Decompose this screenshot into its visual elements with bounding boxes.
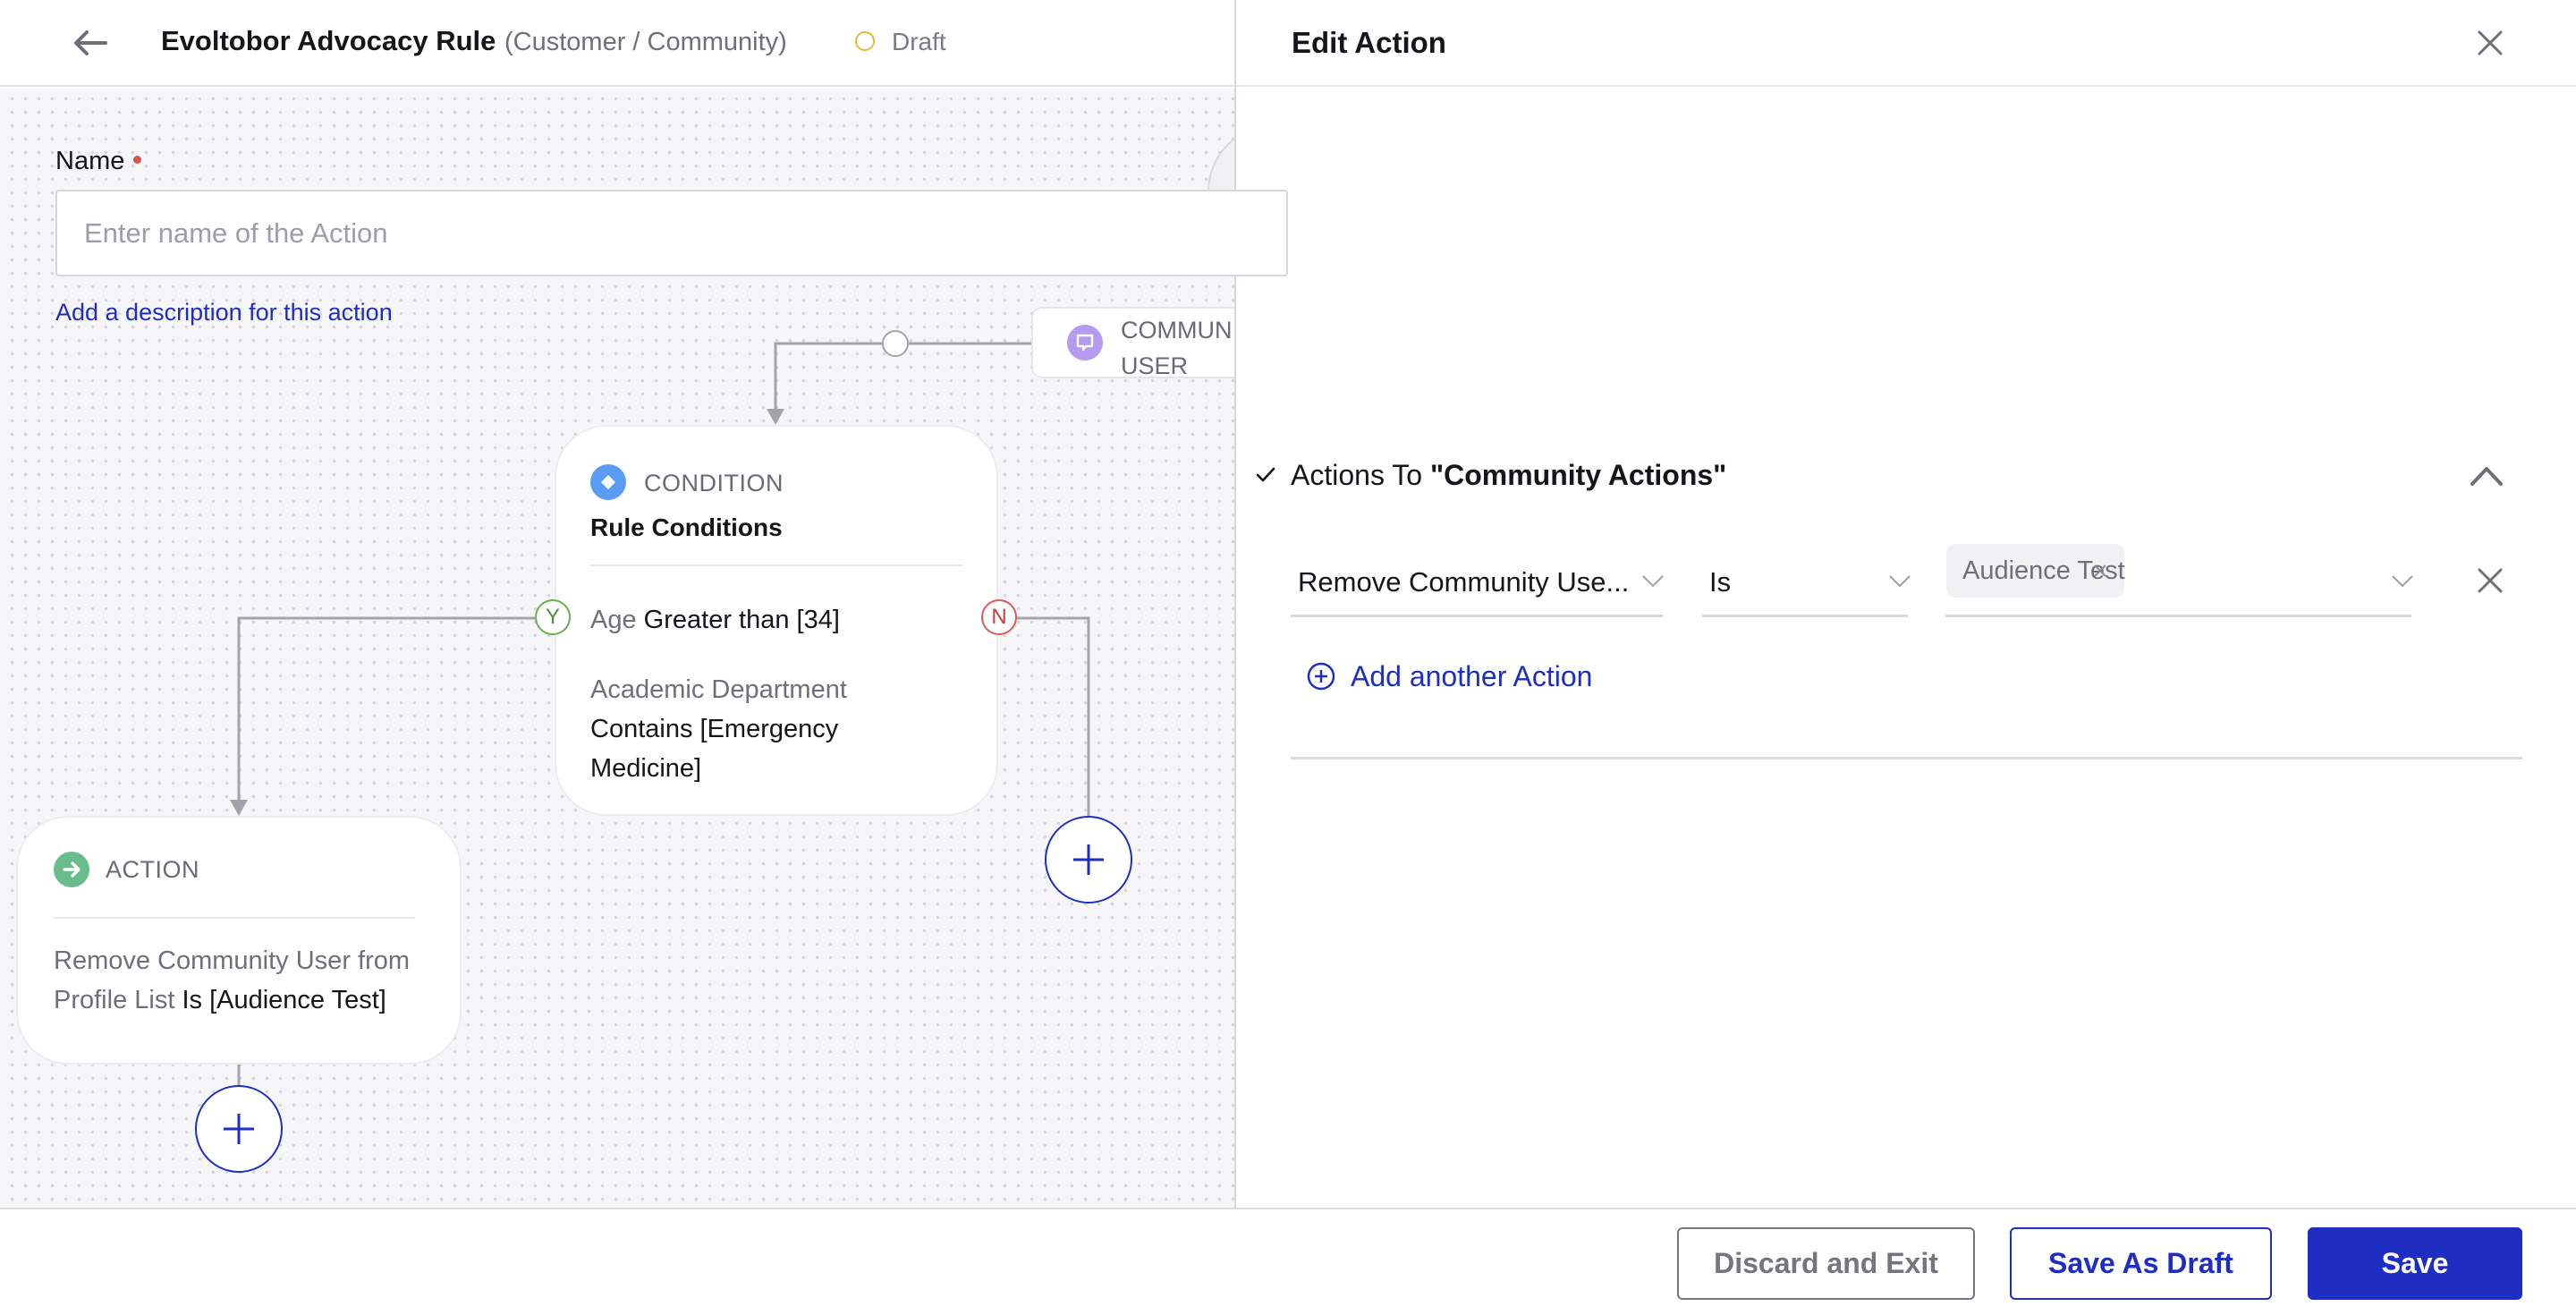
card-divider [54, 917, 415, 919]
card-type-label: CONDITION [644, 470, 784, 496]
add-description-link[interactable]: Add a description for this action [55, 299, 393, 327]
connector-handle[interactable] [882, 330, 909, 357]
card-title: Rule Conditions [590, 513, 783, 541]
card-divider [590, 564, 962, 566]
action-description: Remove Community User from Profile List … [54, 941, 438, 1020]
select-value: Is [1709, 566, 1732, 598]
action-operator-select[interactable]: Is [1702, 544, 1911, 617]
collapse-section-button[interactable] [2465, 456, 2508, 496]
arrowhead-action [230, 800, 248, 816]
connector-yes-branch [237, 616, 535, 809]
footer-bar: Discard and Exit Save As Draft Save [0, 1208, 2576, 1315]
name-label-text: Name [55, 147, 125, 175]
add-another-action-button[interactable]: Add another Action [1306, 657, 1592, 696]
connector-no-branch [1017, 616, 1090, 816]
diamond-icon [590, 464, 626, 500]
trigger-node-label: COMMUN USER [1121, 317, 1233, 379]
action-card[interactable]: ACTION Remove Community User from Profil… [16, 816, 462, 1065]
status-dot-icon [855, 31, 875, 51]
name-label: Name [55, 147, 142, 176]
save-button[interactable]: Save [2308, 1227, 2522, 1300]
no-branch-handle[interactable]: N [981, 599, 1017, 635]
action-value: Is [Audience Test] [182, 986, 386, 1014]
discard-and-exit-button[interactable]: Discard and Exit [1677, 1227, 1975, 1300]
value-chip: Audience Test [1946, 544, 2125, 598]
chip-remove-button[interactable] [2089, 560, 2111, 581]
rule-title: Evoltobor Advocacy Rule [161, 25, 496, 56]
arrowhead-condition [767, 409, 784, 425]
connector-trigger-condition [774, 342, 1031, 420]
condition-item: Academic Department Contains [Emergency … [590, 670, 886, 788]
condition-field: Age [590, 606, 637, 634]
action-name-input[interactable] [55, 190, 1288, 276]
section-divider [1291, 757, 2522, 759]
condition-field: Academic Department [590, 675, 847, 704]
arrow-left-icon [74, 30, 107, 55]
close-panel-button[interactable] [2470, 23, 2510, 63]
actions-section-title: Actions To "Community Actions" [1291, 459, 1726, 492]
close-icon [2478, 30, 2503, 55]
yes-branch-handle[interactable]: Y [535, 599, 571, 635]
status-badge: Draft [892, 28, 946, 55]
plus-circle-icon [1307, 662, 1335, 691]
close-icon [2478, 568, 2503, 593]
plus-icon [1073, 844, 1104, 875]
back-button[interactable] [64, 23, 114, 63]
panel-title: Edit Action [1292, 26, 1446, 59]
card-type-label: ACTION [106, 856, 200, 883]
add-another-action-label: Add another Action [1351, 659, 1593, 692]
condition-item: Age Greater than [34] [590, 606, 840, 635]
action-field-select[interactable]: Remove Community Use... [1291, 544, 1664, 617]
chat-bubble-icon [1067, 325, 1103, 361]
trigger-node[interactable]: COMMUN USER [1031, 307, 1234, 379]
chevron-down-icon [1642, 575, 1664, 588]
chevron-up-icon [2470, 467, 2503, 486]
close-icon [2094, 564, 2106, 577]
condition-card[interactable]: CONDITION Rule Conditions Age Greater th… [555, 425, 998, 816]
condition-rule: Contains [Emergency Medicine] [590, 715, 839, 783]
panel-header: Edit Action [1236, 0, 2576, 87]
add-node-button[interactable] [195, 1085, 283, 1173]
required-indicator [133, 155, 142, 164]
editor-header: Evoltobor Advocacy Rule (Customer / Comm… [0, 0, 1234, 87]
chevron-down-icon [2392, 575, 2413, 588]
check-icon [1252, 462, 1279, 488]
save-as-draft-button[interactable]: Save As Draft [2010, 1227, 2272, 1300]
plus-icon [224, 1114, 254, 1144]
chevron-down-icon [1889, 575, 1911, 588]
arrow-right-circle-icon [54, 852, 89, 887]
condition-rule: Greater than [34] [643, 606, 840, 634]
add-node-button[interactable] [1045, 816, 1132, 904]
actions-title-prefix: Actions To [1291, 459, 1430, 491]
rule-context: (Customer / Community) [504, 28, 787, 56]
select-value: Remove Community Use... [1298, 566, 1630, 598]
remove-action-row-button[interactable] [2471, 562, 2509, 599]
actions-title-target: "Community Actions" [1429, 459, 1727, 491]
